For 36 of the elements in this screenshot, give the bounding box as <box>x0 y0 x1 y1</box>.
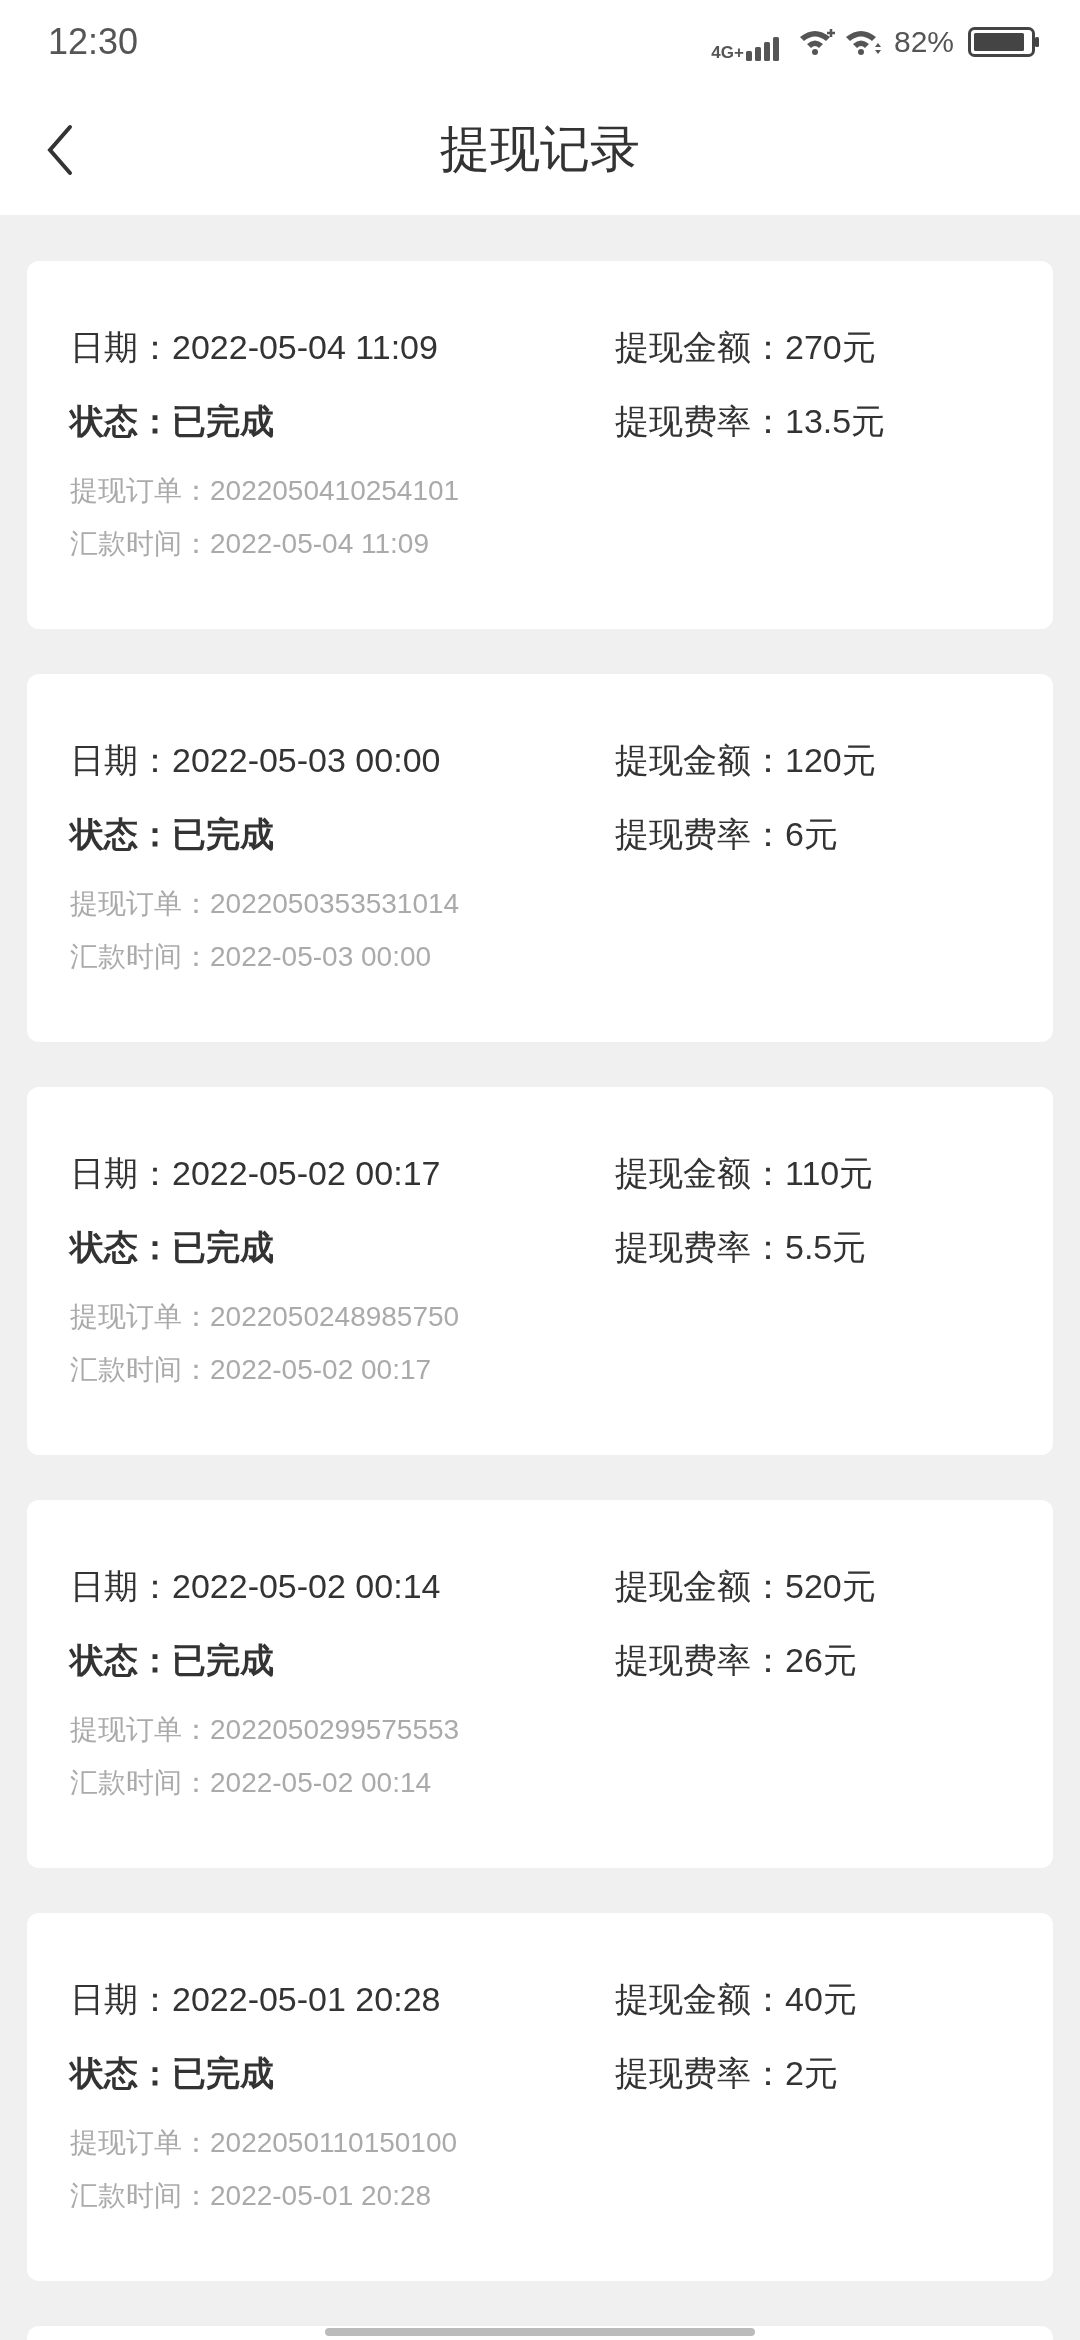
signal-icon <box>745 37 780 61</box>
fee-text: 提现费率：2元 <box>615 2053 838 2094</box>
order-number: 提现订单：2022050410254101 <box>70 474 460 508</box>
status-time: 12:30 <box>48 21 139 63</box>
remit-time: 汇款时间：2022-05-04 11:09 <box>70 527 429 561</box>
amount-text: 提现金额：110元 <box>615 1153 874 1194</box>
status-text: 状态：已完成 <box>70 401 274 442</box>
amount-text: 提现金额：270元 <box>615 327 876 368</box>
remit-time: 汇款时间：2022-05-01 20:28 <box>70 2179 432 2213</box>
battery-icon <box>968 27 1040 57</box>
date-text: 日期：2022-05-03 00:00 <box>70 740 441 781</box>
date-text: 日期：2022-05-04 11:09 <box>70 327 438 368</box>
date-text: 日期：2022-05-02 00:17 <box>70 1153 441 1194</box>
order-number: 提现订单：2022050299575553 <box>70 1713 460 1747</box>
status-text: 状态：已完成 <box>70 1227 274 1268</box>
order-number: 提现订单：2022050353531014 <box>70 887 460 921</box>
fee-text: 提现费率：26元 <box>615 1640 857 1681</box>
battery-percent: 82% <box>893 25 954 59</box>
date-text: 日期：2022-05-01 20:28 <box>70 1979 441 2020</box>
amount-text: 提现金额：520元 <box>615 1566 876 1607</box>
amount-text: 提现金额：40元 <box>615 1979 857 2020</box>
page-title: 提现记录 <box>440 120 640 179</box>
status-text: 状态：已完成 <box>70 1640 274 1681</box>
remit-time: 汇款时间：2022-05-02 00:14 <box>70 1766 432 1800</box>
network-type: 4G+ <box>711 43 744 63</box>
order-number: 提现订单：2022050110150100 <box>70 2126 458 2160</box>
date-text: 日期：2022-05-02 00:14 <box>70 1566 441 1607</box>
fee-text: 提现费率：13.5元 <box>615 401 886 442</box>
remit-time: 汇款时间：2022-05-03 00:00 <box>70 940 432 974</box>
fee-text: 提现费率：5.5元 <box>615 1227 867 1268</box>
fee-text: 提现费率：6元 <box>615 814 838 855</box>
order-number: 提现订单：2022050248985750 <box>70 1300 460 1334</box>
amount-text: 提现金额：120元 <box>615 740 876 781</box>
status-text: 状态：已完成 <box>70 814 274 855</box>
status-text: 状态：已完成 <box>70 2053 274 2094</box>
remit-time: 汇款时间：2022-05-02 00:17 <box>70 1353 432 1387</box>
